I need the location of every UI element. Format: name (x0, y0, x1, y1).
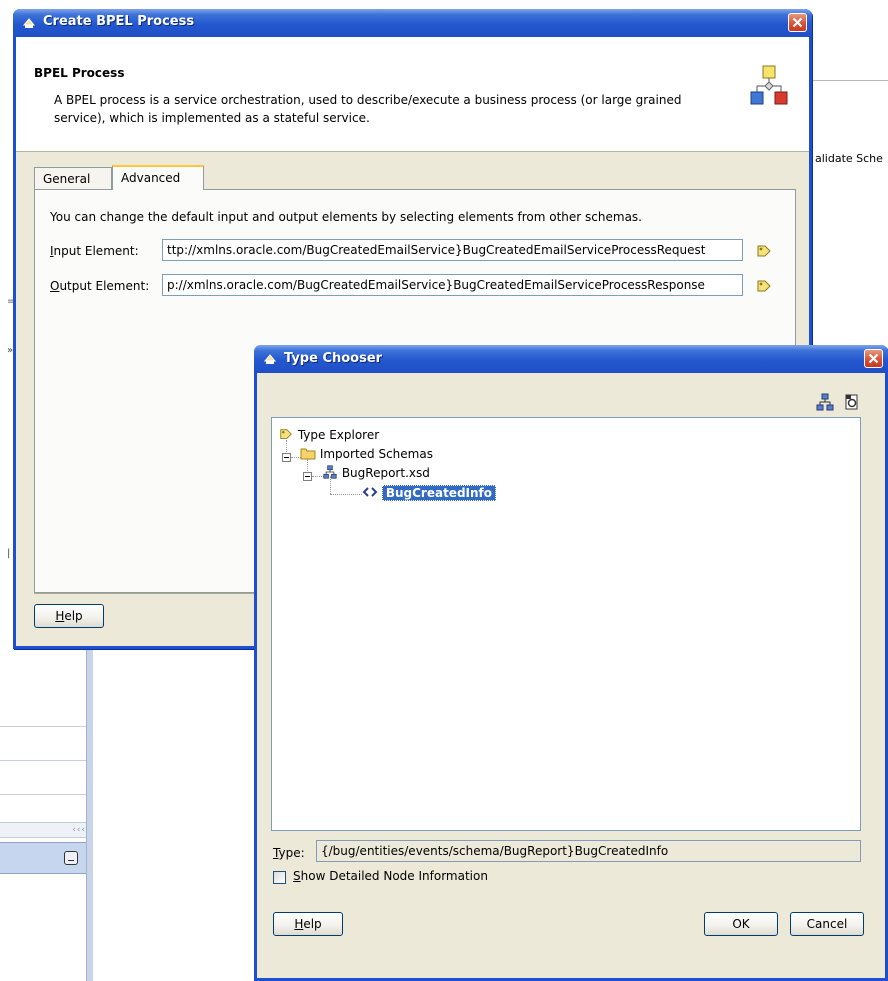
folder-icon (300, 448, 316, 460)
app-icon (263, 354, 277, 364)
scroll-arrows: ‹‹‹ (72, 825, 86, 835)
output-element-label: Output Element: (50, 279, 150, 293)
ide-panel-header (0, 842, 86, 874)
tree-imported-label: Imported Schemas (319, 447, 433, 461)
tree-connector (330, 494, 362, 496)
tab-general[interactable]: General (34, 167, 112, 189)
ide-scrollbar[interactable]: ‹‹‹ (0, 822, 86, 838)
tab-advanced[interactable]: Advanced (112, 165, 204, 190)
bpel-title: Create BPEL Process (43, 14, 195, 29)
show-detailed-node-label[interactable]: Show Detailed Node Information (293, 869, 488, 883)
collapse-icon[interactable] (282, 453, 291, 462)
input-element-field[interactable]: ttp://xmlns.oracle.com/BugCreatedEmailSe… (162, 239, 743, 261)
bpel-process-icon (750, 65, 788, 105)
input-element-label: Input Element: (50, 244, 139, 258)
collapse-icon[interactable] (303, 472, 312, 481)
type-explorer-icon (280, 429, 292, 439)
hierarchy-view-icon[interactable] (816, 393, 834, 411)
advanced-intro: You can change the default input and out… (50, 210, 642, 224)
background-divider (812, 80, 888, 81)
type-chooser-dialog: Type Chooser Type Explorer Imported Sche… (254, 345, 888, 981)
close-icon[interactable] (864, 349, 883, 368)
app-icon (22, 18, 36, 28)
bpel-help-button[interactable]: Help (34, 604, 104, 628)
type-value-field[interactable]: {/bug/entities/events/schema/BugReport}B… (316, 840, 861, 862)
header-description: A BPEL process is a service orchestratio… (54, 93, 682, 125)
browse-icon[interactable] (755, 278, 773, 294)
chooser-help-button[interactable]: Help (273, 912, 343, 936)
type-label: Type: (273, 846, 305, 860)
ide-left-panel (0, 640, 90, 981)
close-icon[interactable] (788, 13, 807, 32)
validate-schema-fragment: alidate Sche (815, 152, 883, 165)
ide-splitter[interactable] (86, 640, 93, 981)
tree-selected-element[interactable]: BugCreatedInfo (362, 484, 497, 502)
element-icon (362, 487, 378, 497)
schema-browse-icon[interactable] (843, 393, 861, 411)
bpel-titlebar[interactable]: Create BPEL Process (13, 9, 812, 37)
ide-row-line (0, 726, 86, 727)
ide-row-line (0, 794, 86, 795)
chooser-title: Type Chooser (284, 351, 383, 366)
tree-root-label: Type Explorer (297, 428, 380, 442)
browse-icon[interactable] (755, 243, 773, 259)
schema-icon (323, 465, 337, 479)
chooser-titlebar[interactable]: Type Chooser (254, 345, 888, 373)
edge-mark: | (7, 548, 11, 559)
tree-schema-file[interactable]: BugReport.xsd (322, 464, 430, 482)
output-element-field[interactable]: p://xmlns.oracle.com/BugCreatedEmailServ… (162, 274, 743, 296)
tree-selected-label: BugCreatedInfo (381, 485, 497, 501)
type-tree[interactable]: Type Explorer Imported Schemas BugReport… (271, 417, 861, 831)
ok-button[interactable]: OK (704, 912, 778, 936)
minimize-icon[interactable] (64, 851, 78, 865)
tree-root[interactable]: Type Explorer (278, 426, 379, 444)
ide-row-line (0, 760, 86, 761)
tree-schema-label: BugReport.xsd (341, 466, 430, 480)
show-detailed-node-checkbox[interactable] (273, 871, 286, 884)
tree-imported-schemas[interactable]: Imported Schemas (300, 445, 433, 463)
header-title: BPEL Process (34, 66, 125, 80)
cancel-button[interactable]: Cancel (790, 912, 864, 936)
